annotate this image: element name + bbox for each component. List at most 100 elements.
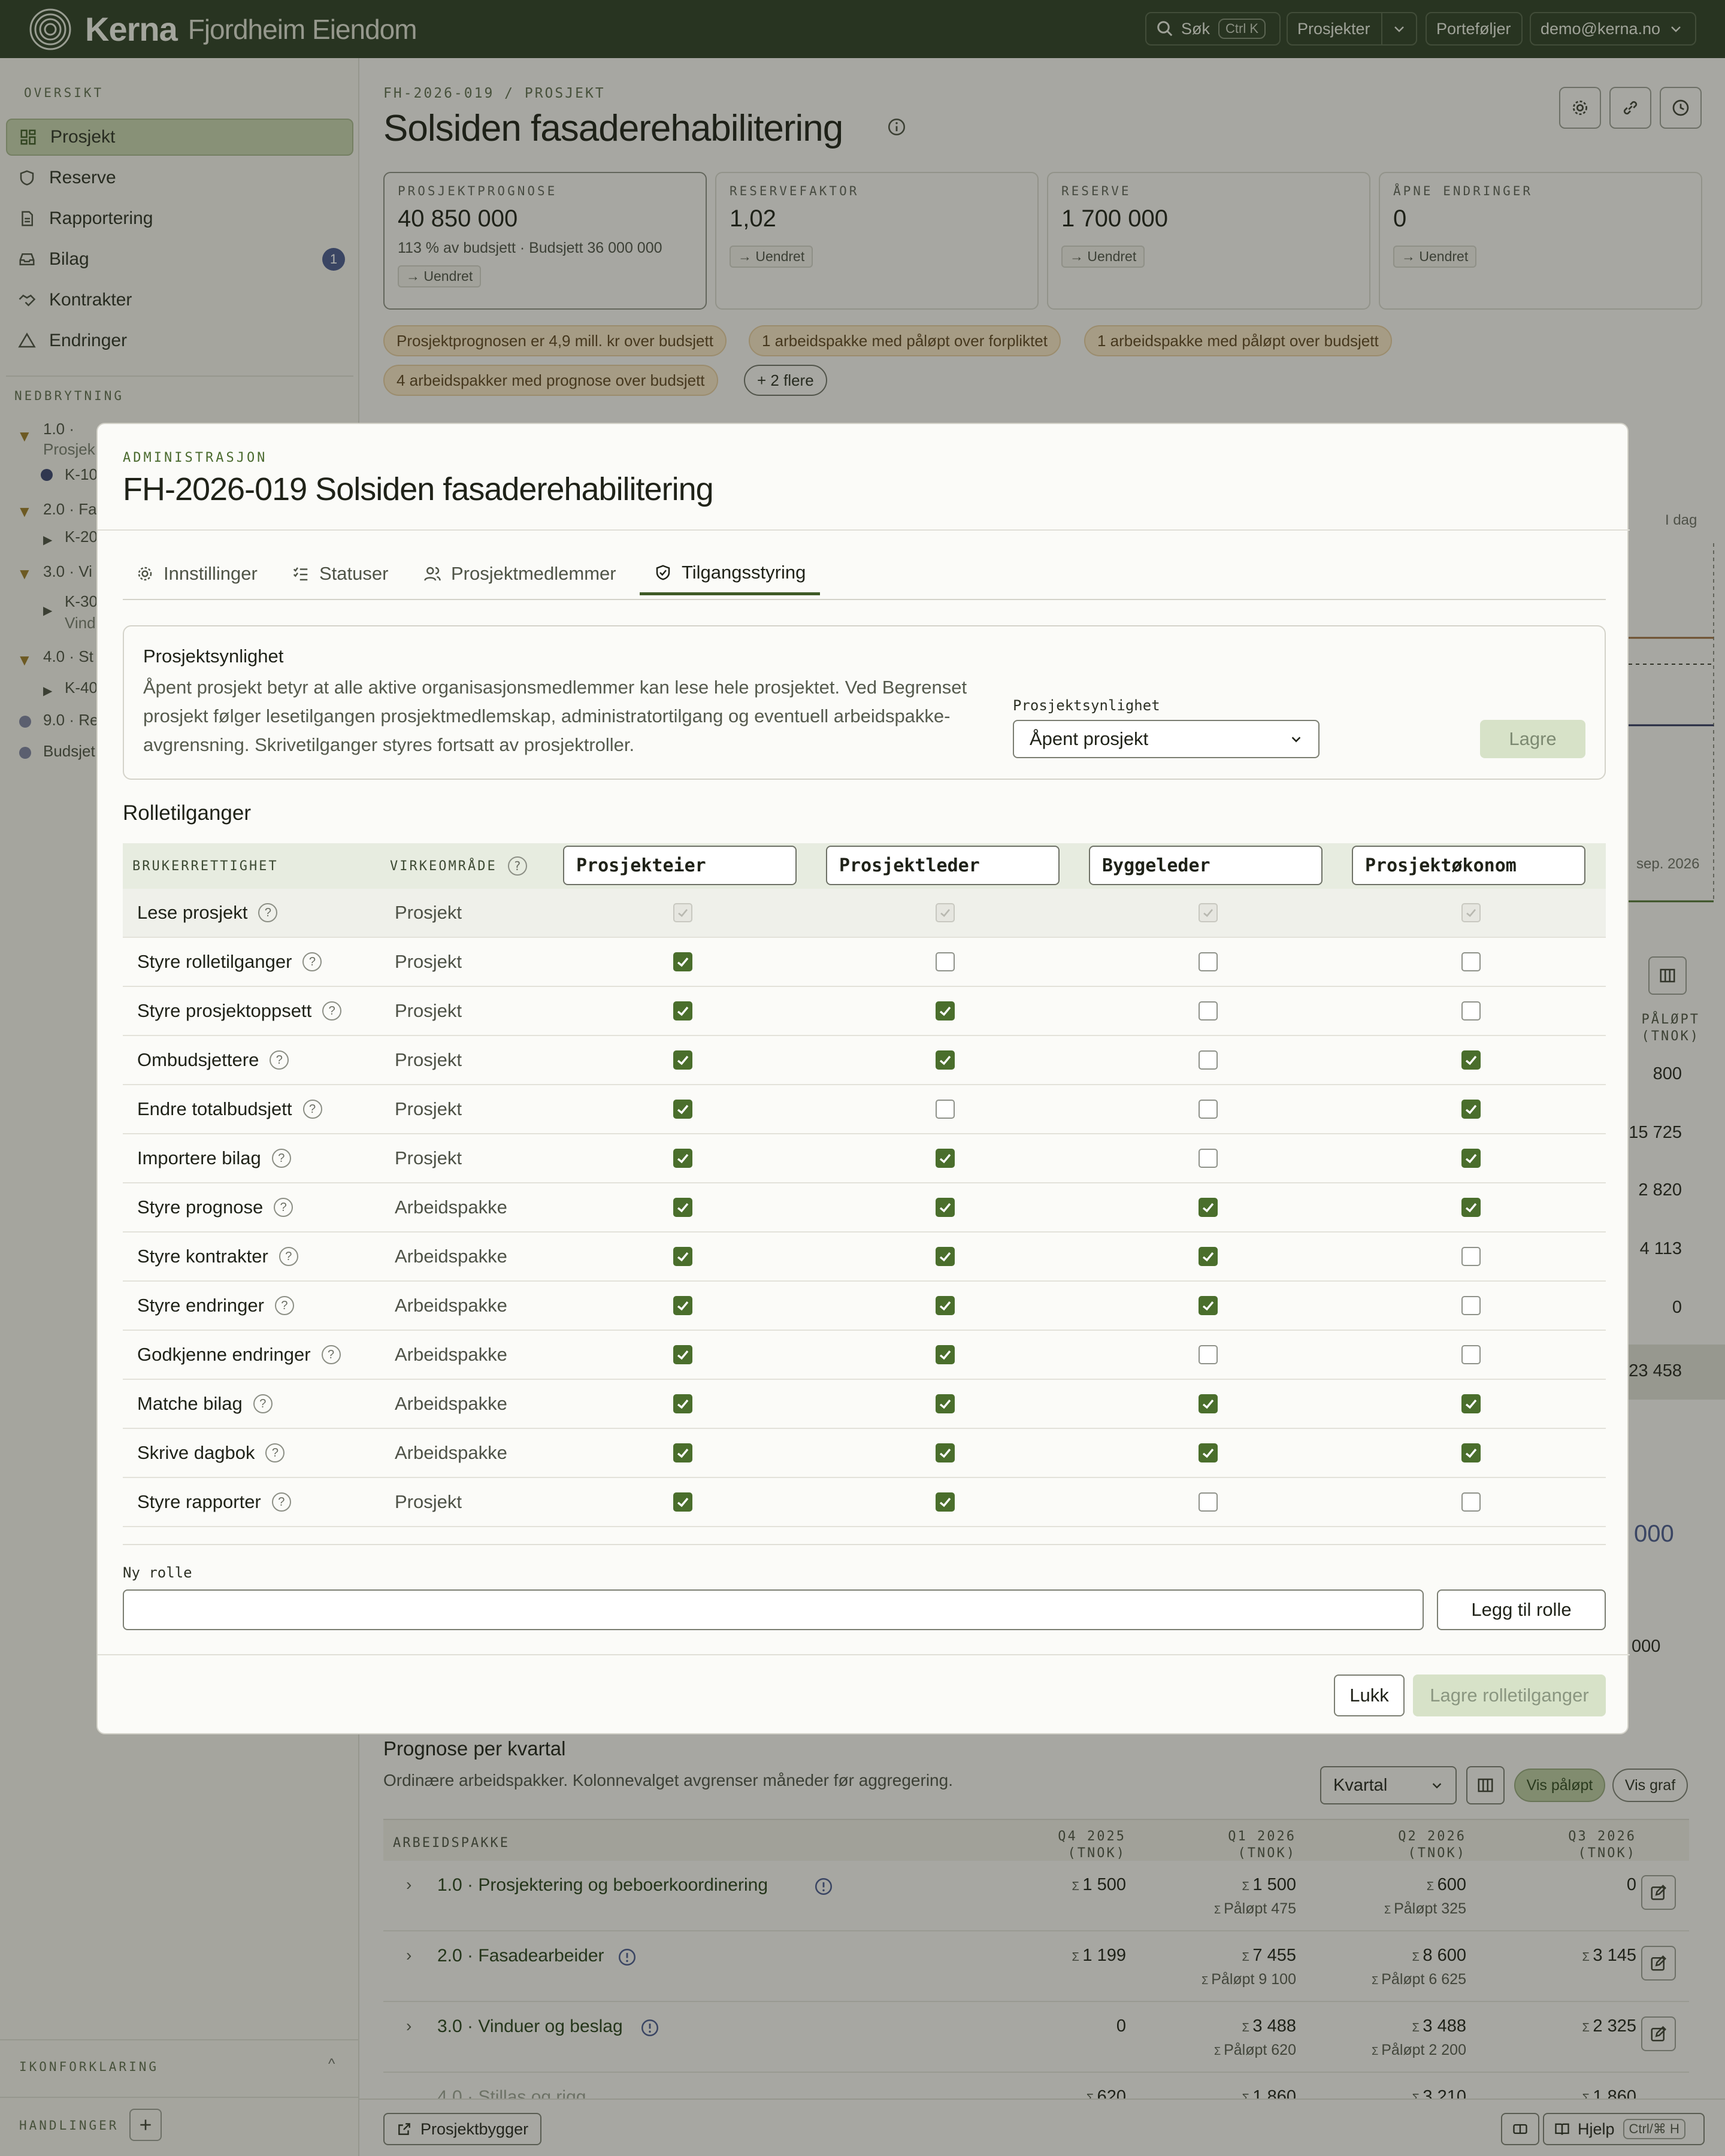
- help-icon[interactable]: ?: [274, 1296, 294, 1315]
- permission-checkbox[interactable]: [673, 952, 692, 971]
- table-row: Styre endringer? Arbeidspakke: [123, 1282, 1606, 1331]
- permission-checkbox[interactable]: [673, 1001, 692, 1021]
- permission-checkbox[interactable]: [1461, 1247, 1481, 1266]
- permission-checkbox[interactable]: [673, 1443, 692, 1462]
- permission-checkbox[interactable]: [936, 1492, 955, 1512]
- roles-table-header: BRUKERRETTIGHET VIRKEOMRÅDE ? Prosjektei…: [123, 843, 1606, 889]
- role-name-input[interactable]: Prosjektøkonom: [1352, 846, 1585, 885]
- permission-checkbox[interactable]: [1461, 1050, 1481, 1070]
- permission-checkbox[interactable]: [936, 1001, 955, 1021]
- help-icon[interactable]: ?: [321, 1345, 341, 1364]
- add-role-button[interactable]: Legg til rolle: [1437, 1589, 1606, 1630]
- permission-checkbox[interactable]: [1461, 1345, 1481, 1364]
- help-icon[interactable]: ?: [274, 1198, 293, 1217]
- tab-label: Tilgangsstyring: [682, 561, 806, 583]
- modal-divider: [98, 529, 1630, 531]
- permission-checkbox[interactable]: [936, 1345, 955, 1364]
- save-role-permissions-button[interactable]: Lagre rolletilganger: [1413, 1674, 1606, 1716]
- role-name-input[interactable]: Prosjektleder: [826, 846, 1060, 885]
- users-icon: [424, 567, 441, 581]
- help-icon[interactable]: ?: [258, 903, 278, 922]
- permission-checkbox[interactable]: [1461, 1394, 1481, 1413]
- permission-checkbox[interactable]: [673, 1296, 692, 1315]
- table-row: Endre totalbudsjett? Prosjekt: [123, 1085, 1606, 1134]
- permission-label: Lese prosjekt: [137, 902, 248, 923]
- permission-checkbox[interactable]: [1199, 1149, 1218, 1168]
- permission-label: Skrive dagbok: [137, 1442, 255, 1463]
- tab-prosjektmedlemmer[interactable]: Prosjektmedlemmer: [423, 552, 616, 595]
- permission-label: Styre rapporter: [137, 1491, 261, 1512]
- permission-checkbox[interactable]: [1199, 1247, 1218, 1266]
- permission-name: Skrive dagbok?: [137, 1442, 285, 1464]
- help-icon[interactable]: ?: [302, 1100, 322, 1119]
- visibility-select-value: Åpent prosjekt: [1030, 728, 1149, 749]
- permission-label: Endre totalbudsjett: [137, 1098, 292, 1119]
- help-icon[interactable]: ?: [302, 952, 322, 971]
- permission-scope: Prosjekt: [395, 1147, 462, 1168]
- permission-checkbox: [1199, 903, 1218, 922]
- role-name-input[interactable]: Prosjekteier: [563, 846, 797, 885]
- permission-checkbox[interactable]: [936, 1296, 955, 1315]
- help-icon[interactable]: ?: [271, 1492, 291, 1512]
- permission-checkbox[interactable]: [1199, 1345, 1218, 1364]
- table-row: Styre kontrakter? Arbeidspakke: [123, 1233, 1606, 1282]
- help-icon[interactable]: ?: [279, 1247, 298, 1266]
- table-row: Styre prognose? Arbeidspakke: [123, 1183, 1606, 1233]
- permission-checkbox[interactable]: [673, 1345, 692, 1364]
- tab-tilgangsstyring[interactable]: Tilgangsstyring: [640, 552, 821, 595]
- permission-checkbox[interactable]: [936, 1443, 955, 1462]
- new-role-input[interactable]: [123, 1589, 1424, 1630]
- help-icon[interactable]: ?: [507, 856, 527, 876]
- help-icon[interactable]: ?: [265, 1443, 285, 1462]
- table-row: Styre rapporter? Prosjekt: [123, 1478, 1606, 1527]
- permission-checkbox[interactable]: [936, 1050, 955, 1070]
- permission-checkbox[interactable]: [673, 1100, 692, 1119]
- tab-innstillinger[interactable]: Innstillinger: [136, 552, 258, 595]
- role-name-input[interactable]: Byggeleder: [1089, 846, 1322, 885]
- permission-checkbox[interactable]: [1461, 952, 1481, 971]
- permission-checkbox[interactable]: [673, 1247, 692, 1266]
- permission-checkbox[interactable]: [1461, 1001, 1481, 1021]
- permission-checkbox[interactable]: [673, 1394, 692, 1413]
- permission-checkbox[interactable]: [1199, 1100, 1218, 1119]
- permission-checkbox[interactable]: [936, 1198, 955, 1217]
- permission-checkbox[interactable]: [936, 1394, 955, 1413]
- help-icon[interactable]: ?: [322, 1001, 342, 1021]
- permission-scope: Arbeidspakke: [395, 1442, 507, 1463]
- permission-checkbox[interactable]: [1199, 1198, 1218, 1217]
- permission-checkbox[interactable]: [673, 1050, 692, 1070]
- permission-checkbox[interactable]: [1199, 1296, 1218, 1315]
- permission-checkbox[interactable]: [1199, 1050, 1218, 1070]
- help-icon[interactable]: ?: [270, 1050, 289, 1070]
- permission-checkbox[interactable]: [1461, 1492, 1481, 1512]
- permission-scope: Arbeidspakke: [395, 1295, 507, 1316]
- permission-checkbox[interactable]: [673, 1492, 692, 1512]
- visibility-select[interactable]: Åpent prosjekt: [1013, 720, 1320, 758]
- permission-checkbox[interactable]: [1199, 952, 1218, 971]
- tab-statuser[interactable]: Statuser: [292, 552, 388, 595]
- permission-checkbox[interactable]: [1461, 1198, 1481, 1217]
- help-icon[interactable]: ?: [253, 1394, 273, 1413]
- tab-label: Statuser: [319, 563, 389, 584]
- permission-checkbox[interactable]: [1461, 1443, 1481, 1462]
- permission-scope: Prosjekt: [395, 902, 462, 923]
- permission-checkbox[interactable]: [1461, 1296, 1481, 1315]
- permission-checkbox[interactable]: [936, 1149, 955, 1168]
- close-button[interactable]: Lukk: [1334, 1674, 1405, 1716]
- permission-checkbox[interactable]: [936, 952, 955, 971]
- permission-checkbox[interactable]: [1199, 1443, 1218, 1462]
- table-row: Styre rolletilganger? Prosjekt: [123, 938, 1606, 987]
- table-row: Skrive dagbok? Arbeidspakke: [123, 1429, 1606, 1478]
- permission-checkbox[interactable]: [673, 1198, 692, 1217]
- visibility-save-button[interactable]: Lagre: [1480, 720, 1585, 758]
- permission-checkbox[interactable]: [936, 1247, 955, 1266]
- permission-checkbox[interactable]: [1461, 1100, 1481, 1119]
- permission-checkbox[interactable]: [673, 1149, 692, 1168]
- permission-checkbox[interactable]: [1461, 1149, 1481, 1168]
- permission-checkbox[interactable]: [1199, 1001, 1218, 1021]
- help-icon[interactable]: ?: [271, 1149, 291, 1168]
- permission-label: Godkjenne endringer: [137, 1344, 311, 1365]
- permission-checkbox[interactable]: [936, 1100, 955, 1119]
- permission-checkbox[interactable]: [1199, 1492, 1218, 1512]
- permission-checkbox[interactable]: [1199, 1394, 1218, 1413]
